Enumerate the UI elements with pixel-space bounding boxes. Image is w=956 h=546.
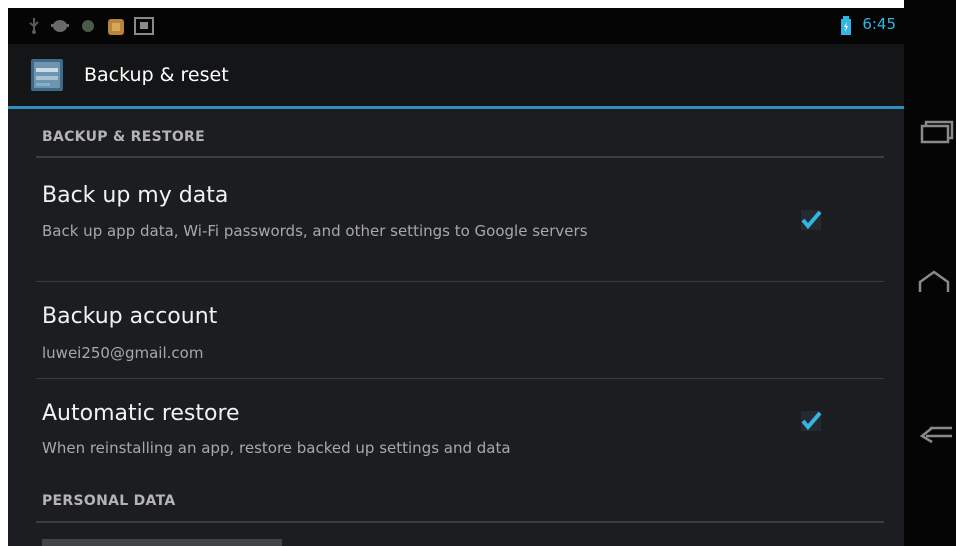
list-item-backup-account[interactable]: Backup account luwei250@gmail.com xyxy=(28,282,884,378)
list-item-partial[interactable] xyxy=(28,525,884,546)
item-title: Back up my data xyxy=(42,183,229,208)
section-divider xyxy=(36,521,884,523)
settings-screen: 6:45 Backup & reset BACKUP & RESTORE Bac… xyxy=(8,8,904,546)
android-debug-icon xyxy=(50,17,70,39)
page-title: Backup & reset xyxy=(84,64,229,86)
status-bar: 6:45 xyxy=(8,8,904,44)
section-header-label: BACKUP & RESTORE xyxy=(42,129,205,145)
usb-icon xyxy=(28,17,40,39)
recent-apps-icon[interactable] xyxy=(916,118,956,152)
image-icon xyxy=(134,17,154,39)
status-time: 6:45 xyxy=(862,15,896,33)
item-summary: luwei250@gmail.com xyxy=(42,344,204,362)
item-summary: Back up app data, Wi-Fi passwords, and o… xyxy=(42,222,588,240)
truncated-item-title xyxy=(42,539,282,546)
sync-icon xyxy=(80,17,96,39)
section-header-label: PERSONAL DATA xyxy=(42,493,176,509)
navigation-bar xyxy=(904,0,956,546)
automatic-restore-checkbox[interactable] xyxy=(796,406,826,436)
item-title: Automatic restore xyxy=(42,401,240,426)
home-icon[interactable] xyxy=(916,266,956,300)
item-title: Backup account xyxy=(42,304,218,329)
list-item-back-up-my-data[interactable]: Back up my data Back up app data, Wi-Fi … xyxy=(28,159,884,279)
list-item-automatic-restore[interactable]: Automatic restore When reinstalling an a… xyxy=(28,379,884,475)
back-icon[interactable] xyxy=(916,416,956,450)
back-up-my-data-checkbox[interactable] xyxy=(796,205,826,235)
settings-list: BACKUP & RESTORE Back up my data Back up… xyxy=(28,109,884,546)
item-summary: When reinstalling an app, restore backed… xyxy=(42,439,511,457)
battery-icon xyxy=(840,16,852,40)
section-divider xyxy=(36,156,884,158)
backup-settings-icon[interactable] xyxy=(30,58,64,92)
package-icon xyxy=(106,17,126,41)
